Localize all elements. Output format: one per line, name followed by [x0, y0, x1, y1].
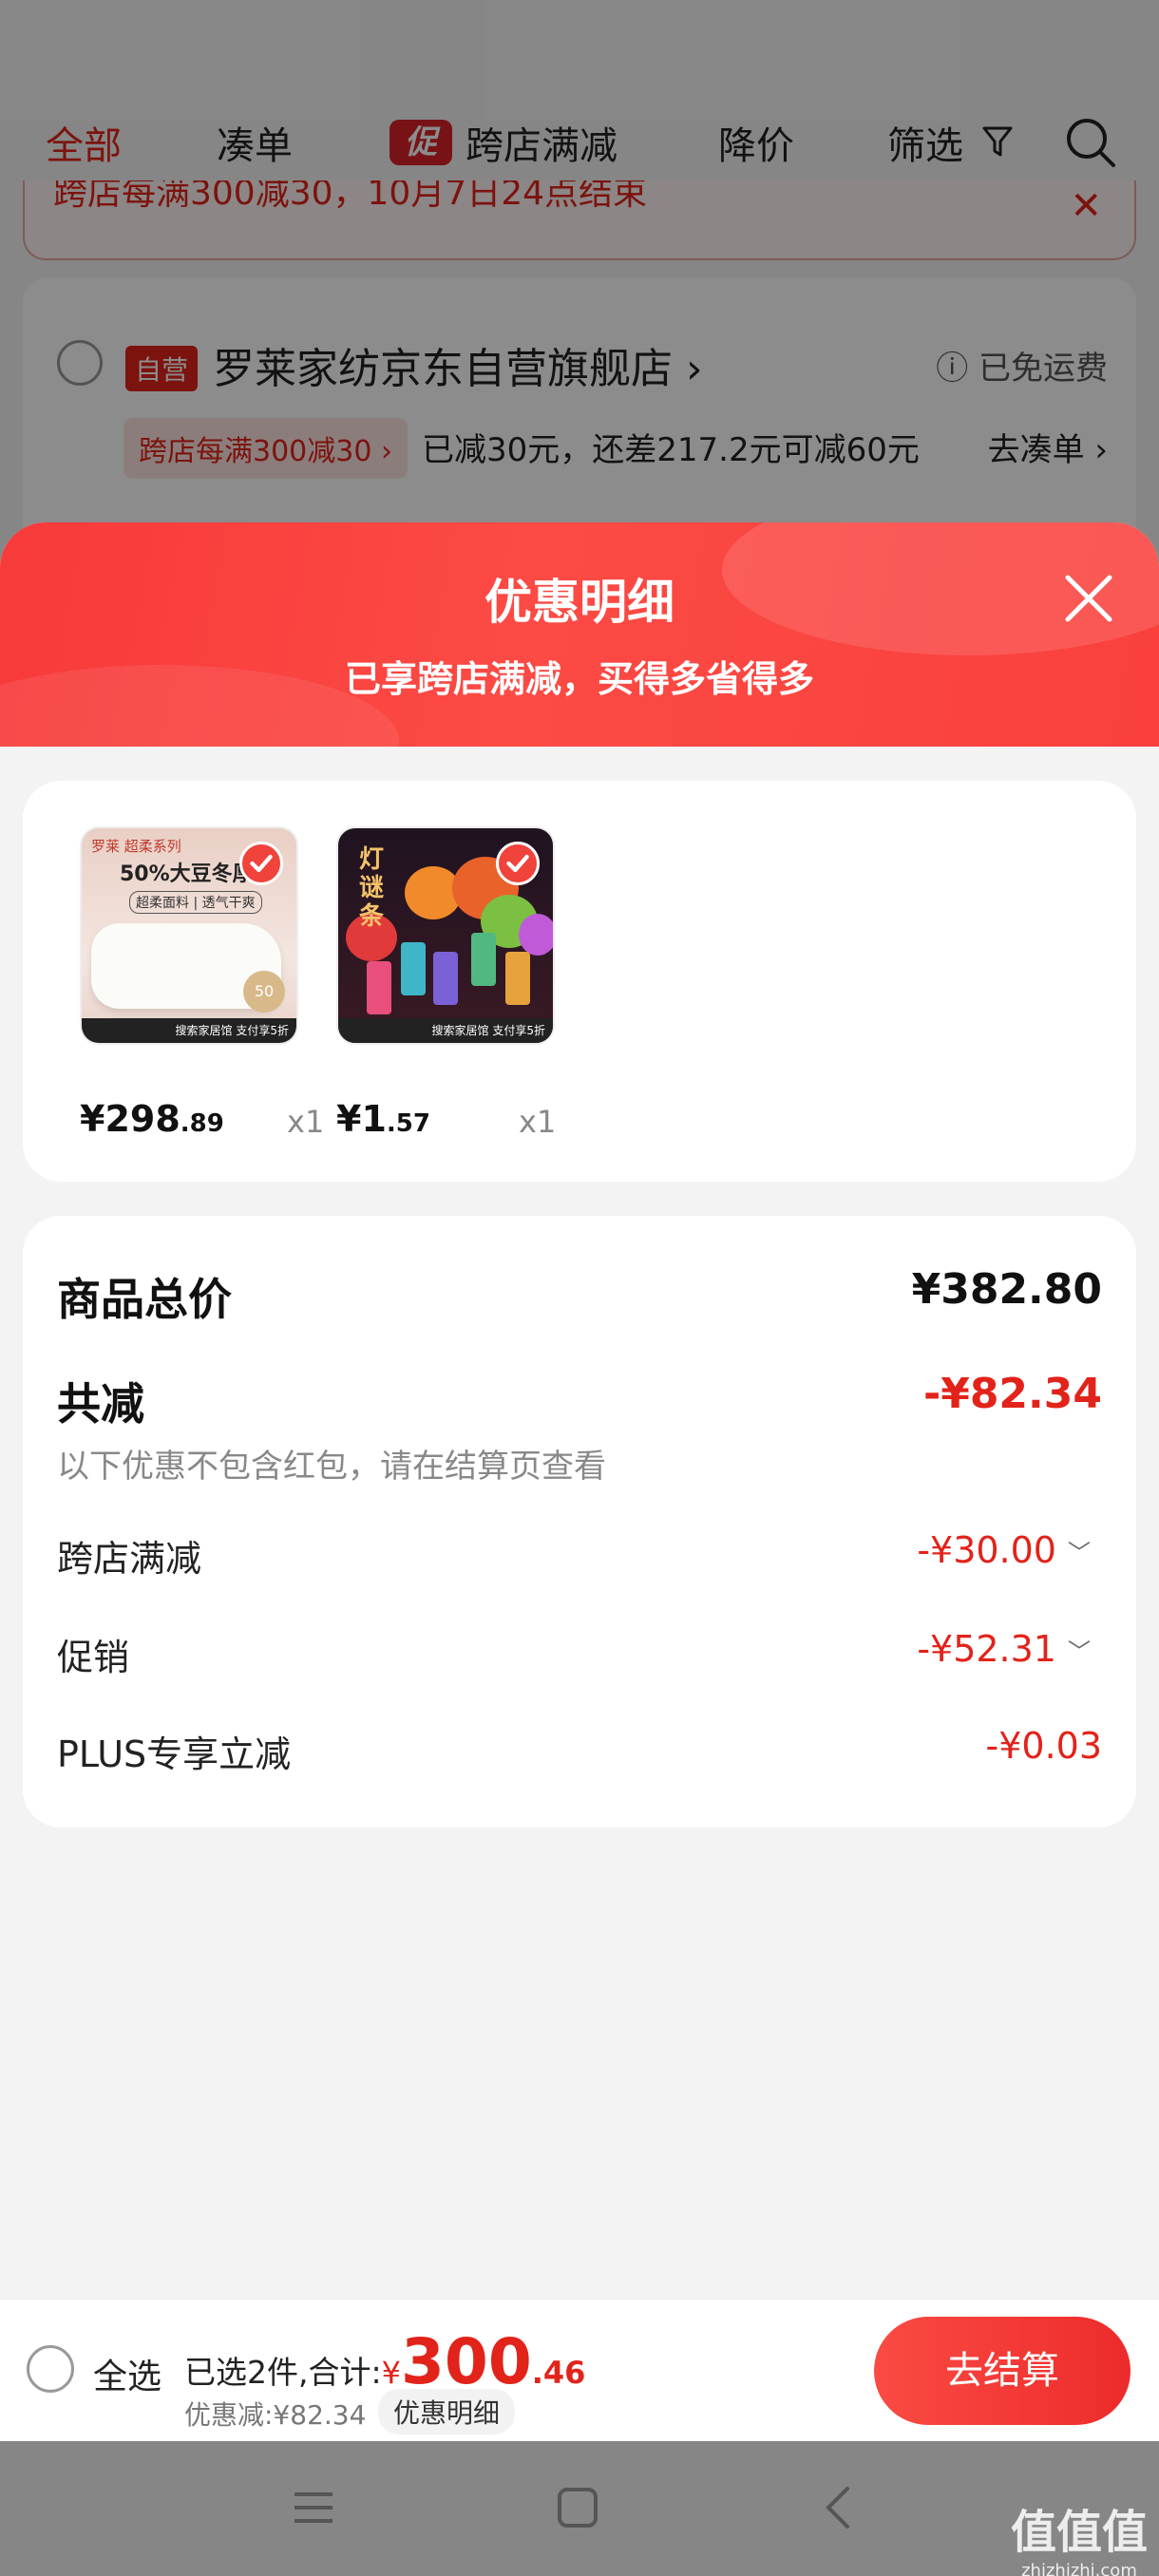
price-int: ¥298 [80, 1098, 180, 1140]
price-int: ¥1 [336, 1098, 387, 1140]
total-currency: ¥ [381, 2355, 401, 2391]
image-tag: 超柔面料 | 透气干爽 [129, 891, 262, 914]
price-dec: .57 [386, 1109, 430, 1138]
riddle-strip [367, 961, 391, 1014]
watermark-logo: 值值值 zhizhizhi.com [1011, 2494, 1148, 2576]
price-detail-card: 商品总价 ¥382.80 共减 -¥82.34 以下优惠不包含红包，请在结算页查… [23, 1216, 1136, 1828]
watermark-text: 值值值 [1010, 2506, 1148, 2559]
checkmark-icon [496, 842, 540, 885]
product-item[interactable]: 罗莱 超柔系列 50%大豆冬厚 超柔面料 | 透气干爽 50 搜索家居馆 支付享… [80, 826, 324, 1140]
cross-store-discount-amount: -¥30.00 [917, 1529, 1056, 1571]
chevron-down-icon: ﹀ [1068, 1638, 1091, 1665]
discount-note: 以下优惠不包含红包，请在结算页查看 [57, 1448, 606, 1486]
chevron-down-icon: ﹀ [1068, 1539, 1091, 1566]
menu-icon[interactable] [291, 2485, 336, 2530]
checkout-button[interactable]: 去结算 [874, 2317, 1130, 2425]
image-coin: 50 [243, 971, 285, 1013]
riddle-strip [471, 933, 496, 986]
image-headline: 50%大豆冬厚 [120, 862, 254, 886]
promotion-amount: -¥52.31 [917, 1628, 1056, 1670]
cross-store-discount-value[interactable]: -¥30.00 ﹀ [917, 1529, 1091, 1571]
total-price-label: 商品总价 [57, 1274, 232, 1325]
product-qty: x1 [519, 1104, 557, 1140]
quilt-product-image: 罗莱 超柔系列 50%大豆冬厚 超柔面料 | 透气干爽 50 搜索家居馆 支付享… [80, 826, 298, 1045]
select-all-label[interactable]: 全选 [93, 2349, 162, 2398]
checkmark-icon [239, 842, 283, 885]
product-item[interactable]: 灯谜条 搜索家居馆 支付享5折 ¥1.57 x1 [336, 826, 556, 1140]
image-footer: 搜索家居馆 支付享5折 [82, 1018, 296, 1043]
discount-detail-sheet: 优惠明细 已享跨店满减，买得多省得多 罗莱 超柔系列 50%大豆冬厚 超柔面料 … [0, 522, 1159, 2441]
watermark-domain: zhizhizhi.com [1021, 2561, 1137, 2576]
checkout-bar: 全选 已选2件,合计: ¥ 300 .46 优惠减:¥82.34 优惠明细 去结… [0, 2299, 1159, 2441]
select-all-radio[interactable] [27, 2345, 74, 2393]
close-icon[interactable] [1060, 570, 1117, 627]
sheet-title: 优惠明细 [484, 575, 674, 630]
discount-detail-button[interactable]: 优惠明细 [378, 2389, 516, 2434]
selected-summary: 已选2件,合计: ¥ 300 .46 [184, 2325, 586, 2398]
riddle-strip [505, 952, 530, 1005]
product-qty: x1 [287, 1104, 325, 1140]
product-price: ¥1.57 [336, 1098, 430, 1140]
promotion-label: 促销 [57, 1637, 130, 1678]
lantern-product-image: 灯谜条 搜索家居馆 支付享5折 [336, 826, 555, 1045]
products-card: 罗莱 超柔系列 50%大豆冬厚 超柔面料 | 透气干爽 50 搜索家居馆 支付享… [23, 781, 1136, 1182]
sheet-header: 优惠明细 已享跨店满减，买得多省得多 [0, 522, 1159, 747]
selected-text: 已选2件,合计: [184, 2354, 382, 2391]
total-decimal: .46 [531, 2355, 586, 2391]
total-integer: 300 [400, 2325, 532, 2398]
plus-discount-value: -¥0.03 [985, 1725, 1103, 1767]
lantern-shape [519, 914, 553, 956]
system-nav-bar: 值值值 zhizhizhi.com [0, 2441, 1159, 2576]
image-footer: 搜索家居馆 支付享5折 [338, 1018, 553, 1043]
price-dec: .89 [180, 1109, 224, 1138]
discount-summary: 优惠减:¥82.34 [184, 2399, 367, 2431]
riddle-strip [433, 952, 458, 1005]
total-price-value: ¥382.80 [911, 1265, 1102, 1314]
total-reduce-label: 共减 [57, 1378, 144, 1430]
home-icon[interactable] [555, 2485, 600, 2530]
product-price: ¥298.89 [80, 1098, 224, 1140]
sheet-subtitle: 已享跨店满减，买得多省得多 [344, 658, 814, 700]
back-icon[interactable] [817, 2485, 863, 2530]
total-reduce-value: -¥82.34 [922, 1370, 1102, 1418]
plus-discount-label: PLUS专享立减 [57, 1733, 292, 1775]
promotion-value[interactable]: -¥52.31 ﹀ [917, 1628, 1091, 1670]
riddle-strip [401, 942, 426, 995]
cross-store-discount-label: 跨店满减 [57, 1538, 202, 1580]
image-title: 灯谜条 [359, 845, 385, 931]
